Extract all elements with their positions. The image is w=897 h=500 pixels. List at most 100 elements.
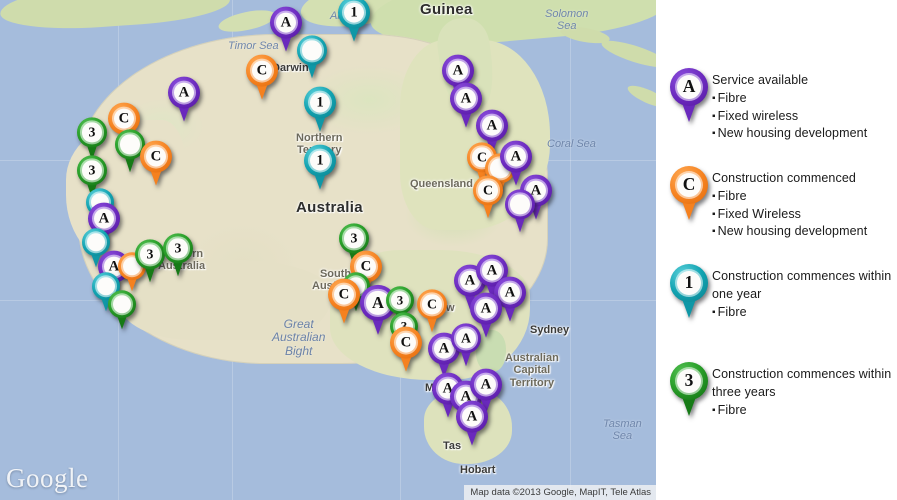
pin-label — [302, 40, 322, 60]
legend-bullet: Fixed wireless — [712, 108, 867, 126]
legend-bullet: Fibre — [712, 90, 867, 108]
pin-label: 3 — [168, 238, 188, 258]
legend-bullet: New housing development — [712, 223, 868, 241]
pin-head: A — [476, 109, 508, 142]
pin-head: 3 — [670, 362, 708, 401]
pin-head: 3 — [77, 155, 107, 186]
pin-label: A — [455, 88, 477, 109]
google-logo: Google — [6, 463, 89, 493]
pin-head: 3 — [386, 286, 414, 315]
legend-bullet: Fixed Wireless — [712, 206, 867, 224]
map-pin-c[interactable]: C — [328, 278, 360, 324]
pin-label: C — [422, 294, 442, 314]
legend-title: Construction commenced — [712, 171, 856, 185]
pin-label: 1 — [309, 150, 331, 171]
map-pin-purple[interactable] — [505, 189, 535, 232]
legend-construction-commenced[interactable]: C Construction commenced FibreFixed Wirele… — [666, 160, 867, 241]
pin-label — [113, 295, 131, 314]
pin-head: 3 — [135, 239, 165, 270]
pin-label: A — [499, 282, 521, 303]
pin-head: 1 — [304, 86, 336, 119]
pin-label: 3 — [676, 368, 702, 394]
pin-label: A — [676, 74, 702, 100]
map-pin-a[interactable]: A — [456, 400, 488, 446]
legend-service-available[interactable]: A Service available FibreFixed wirelessNew… — [666, 62, 867, 143]
map-pin-1[interactable]: 1 — [338, 0, 370, 42]
pin-label: A — [447, 60, 469, 81]
map-pin-c[interactable]: C — [473, 175, 503, 218]
map-pin-3[interactable]: 3 — [163, 233, 193, 276]
pin-head: A — [470, 292, 502, 325]
legend-marker-icon: 3 — [666, 356, 712, 418]
legend-text-block: Construction commences within one year Fi… — [712, 258, 891, 321]
map-attribution: Map data ©2013 Google, MapIT, Tele Atlas — [464, 485, 656, 500]
legend-title: Construction commences within three year… — [712, 367, 892, 399]
map-pin-c[interactable]: C — [390, 326, 422, 372]
pin-head: 3 — [339, 223, 369, 254]
map-pin-c[interactable]: C — [417, 289, 447, 332]
map-pin-1[interactable]: 1 — [304, 86, 336, 132]
pin-label: 3 — [344, 228, 364, 248]
legend-marker-icon: 1 — [666, 258, 712, 320]
pin-head — [297, 35, 327, 66]
map-pin-3[interactable]: 3 — [77, 117, 107, 160]
legend-bullet: Fibre — [712, 304, 891, 322]
pin-label: C — [676, 172, 702, 198]
map-canvas[interactable]: GuineaTimor SeaArafuraSolomon SeaDarwinC… — [0, 0, 656, 500]
pin-head: C — [140, 140, 172, 173]
legend-construction-three-years[interactable]: 3 Construction commences within three yea… — [666, 356, 891, 419]
pin-head: A — [670, 68, 708, 107]
map-pin-a[interactable]: A — [670, 68, 708, 122]
map-pin-c[interactable]: C — [140, 140, 172, 186]
pin-label: 1 — [309, 92, 331, 113]
pin-head: 3 — [163, 233, 193, 264]
legend-bullet: New housing development — [712, 125, 868, 143]
pin-head: 1 — [670, 264, 708, 303]
pin-label: A — [173, 82, 195, 103]
pin-label: C — [113, 108, 135, 129]
map-pin-3[interactable]: 3 — [670, 362, 708, 416]
pin-label: 3 — [82, 122, 102, 142]
legend-construction-one-year[interactable]: 1 Construction commences within one year F… — [666, 258, 891, 321]
nbn-rollout-map-page: GuineaTimor SeaArafuraSolomon SeaDarwinC… — [0, 0, 897, 500]
pin-head: C — [473, 175, 503, 206]
pin-head: 1 — [304, 144, 336, 177]
map-pin-a[interactable]: A — [168, 76, 200, 122]
pin-label: A — [505, 146, 527, 167]
legend-marker-icon: A — [666, 62, 712, 124]
pin-head: A — [270, 6, 302, 39]
pin-label: 3 — [140, 244, 160, 264]
pin-head: A — [456, 400, 488, 433]
pin-label: A — [93, 208, 115, 229]
map-pin-c[interactable]: C — [670, 166, 708, 220]
pin-head: 1 — [338, 0, 370, 29]
pin-head: C — [246, 54, 278, 87]
graticule-line — [570, 0, 571, 500]
map-pin-1[interactable]: 1 — [670, 264, 708, 318]
legend-bullet: Fibre — [712, 188, 867, 206]
pin-head: C — [417, 289, 447, 320]
pin-label — [510, 194, 530, 214]
pin-label: 1 — [343, 2, 365, 23]
pin-head: A — [451, 323, 481, 354]
pin-label: A — [475, 374, 497, 395]
pin-head: A — [168, 76, 200, 109]
legend-title: Service available — [712, 73, 809, 87]
pin-label: C — [478, 180, 498, 200]
pin-label: C — [145, 146, 167, 167]
pin-label: A — [481, 115, 503, 136]
map-pin-3[interactable]: 3 — [135, 239, 165, 282]
legend-text-block: Service available FibreFixed wirelessNew … — [712, 62, 867, 143]
map-pin-teal[interactable] — [297, 35, 327, 78]
map-pin-c[interactable]: C — [246, 54, 278, 100]
map-pin-1[interactable]: 1 — [304, 144, 336, 190]
pin-label: C — [333, 284, 355, 305]
pin-label: 3 — [82, 160, 102, 180]
pin-label: C — [251, 60, 273, 81]
pin-label: C — [395, 332, 417, 353]
pin-head: A — [470, 368, 502, 401]
pin-label — [120, 134, 140, 154]
map-pin-a[interactable]: A — [451, 323, 481, 366]
map-pin-green[interactable] — [108, 290, 136, 330]
pin-head: A — [500, 140, 532, 173]
